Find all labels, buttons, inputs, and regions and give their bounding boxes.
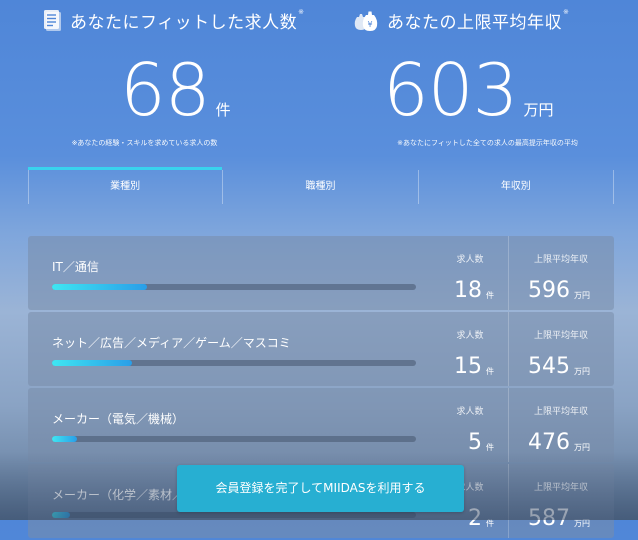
salary-label: 上限平均年収 <box>533 331 588 341</box>
avg-salary: 476 万円 <box>528 430 590 455</box>
industry-name: メーカー（電気／機械） <box>52 412 185 426</box>
salary-label: 上限平均年収 <box>533 407 588 417</box>
complete-registration-button[interactable]: 会員登録を完了してMIIDASを利用する <box>177 465 464 512</box>
svg-text:¥: ¥ <box>367 20 372 29</box>
job-count: 18 件 <box>454 278 494 303</box>
industry-name: IT／通信 <box>52 260 99 274</box>
fit-job-count-note: ※あなたの経験・スキルを求めている求人の数 <box>71 139 218 147</box>
job-ratio-bar <box>52 436 416 442</box>
avg-max-salary-title: あなたの上限平均年収※ <box>387 7 570 33</box>
money-bag-icon: ¥ <box>354 11 378 31</box>
avg-max-salary-value: 603 万円 <box>383 50 553 130</box>
fit-job-count-value: 68 件 <box>120 50 231 130</box>
count-label: 求人数 <box>456 407 484 417</box>
tab-salary[interactable]: 年収別 <box>419 170 614 204</box>
hero-summary: あなたにフィットした求人数※ 68 件 ※あなたの経験・スキルを求めている求人の… <box>0 0 638 168</box>
fit-job-count-unit: 件 <box>215 101 231 119</box>
column-divider <box>508 388 509 462</box>
job-count: 5件 <box>468 430 494 455</box>
salary-label: 上限平均年収 <box>533 483 588 493</box>
avg-max-salary-note: ※あなたにフィットした全ての求人の最高提示年収の平均 <box>397 139 578 147</box>
industry-name: ネット／広告／メディア／ゲーム／マスコミ <box>52 336 291 350</box>
avg-salary: 596 万円 <box>528 278 590 303</box>
job-ratio-bar-fill <box>52 360 133 366</box>
list-item: ネット／広告／メディア／ゲーム／マスコミ 求人数 上限平均年収 15 件 545 万… <box>28 312 614 386</box>
count-label: 求人数 <box>456 255 484 265</box>
document-icon <box>44 10 61 31</box>
breakdown-tabs: 業種別 職種別 年収別 <box>28 167 614 204</box>
column-divider <box>508 464 509 538</box>
avg-salary: 587 万円 <box>528 506 590 531</box>
industry-name: メーカー（化学／素材／エ <box>52 488 197 502</box>
avg-max-salary-unit: 万円 <box>523 101 554 119</box>
salary-label: 上限平均年収 <box>533 255 588 265</box>
fit-job-count-header: あなたにフィットした求人数※ <box>40 7 305 33</box>
job-count: 2件 <box>468 506 494 531</box>
job-count: 15 件 <box>454 354 494 379</box>
job-ratio-bar <box>52 360 416 366</box>
fit-job-count-stat: あなたにフィットした求人数※ 68 件 ※あなたの経験・スキルを求めている求人の… <box>0 0 319 168</box>
count-label: 求人数 <box>456 331 484 341</box>
avg-salary: 545 万円 <box>528 354 590 379</box>
job-ratio-bar <box>52 512 416 518</box>
fit-job-count-title: あなたにフィットした求人数※ <box>70 7 305 33</box>
avg-max-salary-header: ¥ あなたの上限平均年収※ <box>351 7 570 33</box>
avg-max-salary-stat: ¥ あなたの上限平均年収※ 603 万円 ※あなたにフィットした全ての求人の最高… <box>319 0 638 168</box>
column-divider <box>508 236 509 310</box>
avg-max-salary-number: 603 <box>383 48 518 132</box>
column-divider <box>508 312 509 386</box>
job-ratio-bar <box>52 284 416 290</box>
fit-job-count-number: 68 <box>120 48 211 132</box>
tab-job-type[interactable]: 職種別 <box>223 170 419 204</box>
job-ratio-bar-fill <box>52 436 78 442</box>
list-item: メーカー（電気／機械） 求人数 上限平均年収 5件 476 万円 <box>28 388 614 462</box>
list-item: IT／通信 求人数 上限平均年収 18 件 596 万円 <box>28 236 614 310</box>
job-ratio-bar-fill <box>52 512 71 518</box>
job-ratio-bar-fill <box>52 284 147 290</box>
tab-industry[interactable]: 業種別 <box>28 167 224 204</box>
